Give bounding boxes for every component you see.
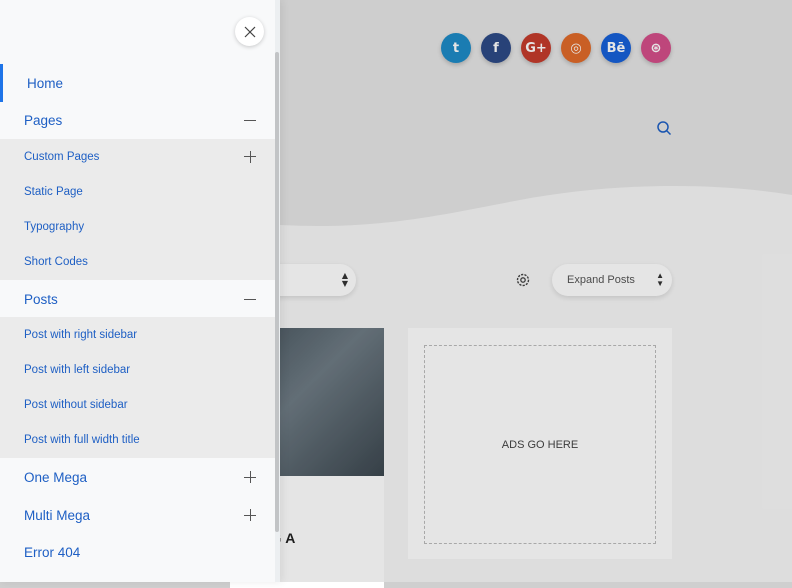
expand-icon[interactable]	[244, 471, 256, 483]
submenu-item-label: Short Codes	[24, 255, 88, 268]
collapse-icon[interactable]	[244, 293, 256, 305]
submenu-item-post-left-sidebar[interactable]: Post with left sidebar	[0, 352, 276, 387]
menu-item-posts[interactable]: Posts	[0, 280, 276, 318]
expand-icon[interactable]	[244, 150, 256, 163]
submenu-item-post-full-width-title[interactable]: Post with full width title	[0, 422, 276, 457]
menu-item-error-404[interactable]: Error 404	[0, 533, 276, 571]
submenu-item-custom-pages[interactable]: Custom Pages	[0, 139, 276, 174]
expand-icon[interactable]	[244, 509, 256, 521]
menu-item-multi-mega[interactable]: Multi Mega	[0, 496, 276, 534]
menu-scrollbar-thumb[interactable]	[275, 52, 279, 532]
menu-item-label: One Mega	[24, 469, 88, 485]
submenu-item-label: Custom Pages	[24, 150, 100, 163]
close-button[interactable]	[235, 17, 264, 46]
collapse-icon[interactable]	[244, 114, 256, 126]
submenu-item-label: Static Page	[24, 185, 83, 198]
submenu-item-label: Post with right sidebar	[24, 328, 138, 341]
menu-item-label: Pages	[24, 112, 63, 128]
menu-item-label: Error 404	[24, 544, 81, 560]
menu-item-label: Posts	[24, 291, 58, 307]
menu-item-label: Multi Mega	[24, 507, 91, 523]
submenu-item-label: Post without sidebar	[24, 398, 128, 411]
menu-item-home[interactable]: Home	[0, 64, 276, 102]
submenu-item-post-right-sidebar[interactable]: Post with right sidebar	[0, 317, 276, 352]
submenu-item-post-without-sidebar[interactable]: Post without sidebar	[0, 387, 276, 422]
close-icon	[244, 26, 255, 37]
submenu-item-static-page[interactable]: Static Page	[0, 174, 276, 209]
submenu-item-label: Post with full width title	[24, 433, 140, 446]
pages-submenu: Custom Pages Static Page Typography Shor…	[0, 139, 276, 280]
menu-item-one-mega[interactable]: One Mega	[0, 458, 276, 496]
submenu-item-label: Typography	[24, 220, 85, 233]
submenu-item-typography[interactable]: Typography	[0, 209, 276, 244]
submenu-item-label: Post with left sidebar	[24, 363, 131, 376]
submenu-item-short-codes[interactable]: Short Codes	[0, 244, 276, 279]
menu-item-pages[interactable]: Pages	[0, 101, 276, 139]
menu-item-label: Home	[27, 75, 64, 91]
side-menu: Home Pages Custom Pages Static Page Typo…	[0, 0, 280, 582]
posts-submenu: Post with right sidebar Post with left s…	[0, 317, 276, 458]
